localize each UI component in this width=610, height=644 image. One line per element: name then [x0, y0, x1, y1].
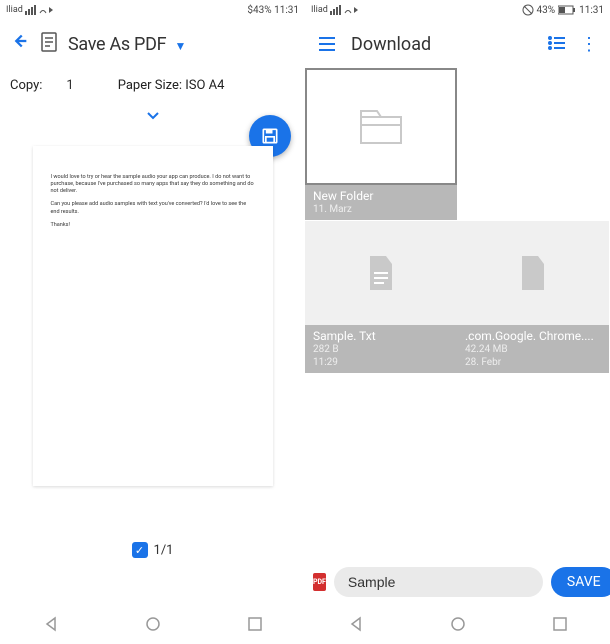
page-indicator: ✓ 1/1: [132, 542, 174, 558]
file-meta: 11. Marz: [313, 204, 449, 216]
page-title: Download: [351, 34, 534, 55]
bottom-bar: PDF SAVE: [305, 560, 610, 604]
back-button[interactable]: [8, 30, 30, 58]
status-time: $43% 11:31: [247, 5, 299, 16]
preview-text: Thanks!: [51, 222, 255, 229]
nav-recent[interactable]: [247, 616, 263, 632]
file-time: 11:29: [313, 357, 449, 369]
file-size: 42.24 MB: [465, 344, 601, 356]
status-time: 43% 11:31: [522, 4, 604, 16]
page-title[interactable]: Save As PDF ▼: [68, 34, 297, 55]
print-options-row: Copy: 1 Paper Size: ISO A4: [0, 68, 305, 102]
system-nav: [0, 604, 610, 644]
nav-back[interactable]: [42, 615, 60, 633]
preview-text: Can you please add audio samples with te…: [51, 201, 255, 215]
nav-back[interactable]: [347, 615, 365, 633]
more-icon[interactable]: ⋮: [580, 34, 598, 55]
filename-input[interactable]: [334, 567, 543, 597]
file-name: New Folder: [313, 189, 449, 203]
dropdown-icon: ▼: [174, 39, 186, 53]
status-bar-right: Iliad 43% 11:31: [305, 0, 610, 20]
app-bar-right: Download ⋮: [305, 20, 610, 68]
file-tile[interactable]: Sample. Txt 282 B 11:29: [305, 221, 457, 373]
pdf-badge-icon: PDF: [313, 573, 326, 591]
file-date: 28. Febr: [465, 357, 601, 369]
carrier: Iliad: [311, 5, 360, 15]
pdf-doc-icon: [40, 32, 58, 56]
page-preview[interactable]: I would love to try or hear the sample a…: [33, 146, 273, 486]
file-size: 282 B: [313, 344, 449, 356]
paper-size[interactable]: Paper Size: ISO A4: [118, 78, 225, 93]
file-grid: New Folder 11. Marz Sample. Txt 282 B 11…: [305, 68, 610, 604]
preview-area: I would love to try or hear the sample a…: [0, 128, 305, 604]
nav-home[interactable]: [449, 615, 467, 633]
app-bar-left: Save As PDF ▼: [0, 20, 305, 68]
page-checkbox[interactable]: ✓: [132, 542, 148, 558]
copies-value[interactable]: 1: [66, 78, 73, 93]
copies-label: Copy:: [10, 78, 42, 93]
file-name: .com.Google. Chrome....: [465, 329, 601, 343]
save-button[interactable]: SAVE: [551, 567, 610, 597]
page-count: 1/1: [154, 543, 174, 558]
list-view-icon[interactable]: [548, 34, 566, 55]
folder-tile[interactable]: New Folder 11. Marz: [305, 68, 457, 220]
preview-text: I would love to try or hear the sample a…: [51, 174, 255, 195]
nav-home[interactable]: [144, 615, 162, 633]
file-name: Sample. Txt: [313, 329, 449, 343]
status-bar-left: Iliad $43% 11:31: [0, 0, 305, 20]
file-tile[interactable]: .com.Google. Chrome.... 42.24 MB 28. Feb…: [457, 221, 609, 373]
carrier: Iliad: [6, 5, 55, 15]
nav-recent[interactable]: [552, 616, 568, 632]
menu-icon[interactable]: [317, 36, 337, 52]
